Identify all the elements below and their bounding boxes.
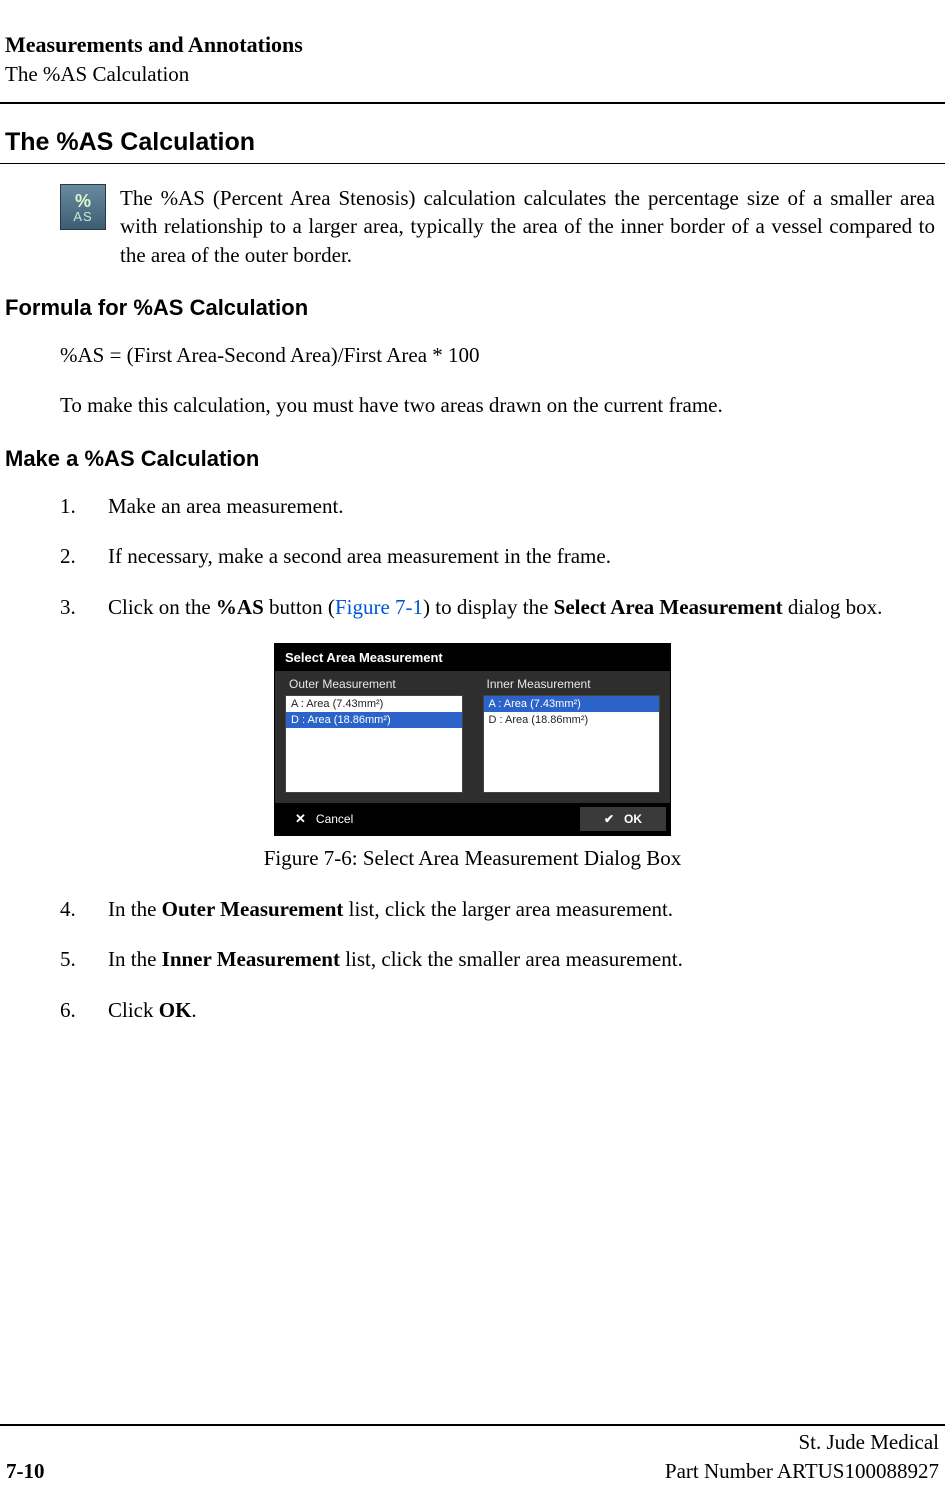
step-1: 1. Make an area measurement. (60, 492, 935, 520)
part-number: Part Number ARTUS100088927 (665, 1459, 939, 1484)
step-4-text: In the Outer Measurement list, click the… (108, 895, 935, 923)
outer-item-d[interactable]: D : Area (18.86mm²) (286, 712, 462, 728)
section-title: The %AS Calculation (5, 128, 945, 157)
formula-note: To make this calculation, you must have … (0, 391, 945, 419)
section-underline (0, 163, 945, 164)
step-6-num: 6. (60, 996, 108, 1024)
cancel-button[interactable]: ✕ Cancel (279, 807, 369, 831)
step-5-num: 5. (60, 945, 108, 973)
header-divider (0, 102, 945, 104)
step-6-text: Click OK. (108, 996, 935, 1024)
step-2-text: If necessary, make a second area measure… (108, 542, 935, 570)
cancel-label: Cancel (316, 812, 353, 826)
step-3-text: Click on the %AS button (Figure 7-1) to … (108, 593, 935, 621)
select-area-measurement-dialog: Select Area Measurement Outer Measuremen… (274, 643, 671, 836)
inner-item-d[interactable]: D : Area (18.86mm²) (484, 712, 660, 728)
outer-item-a[interactable]: A : Area (7.43mm²) (286, 696, 462, 712)
step-2-num: 2. (60, 542, 108, 570)
figure-caption: Figure 7-6: Select Area Measurement Dial… (0, 846, 945, 871)
step-3: 3. Click on the %AS button (Figure 7-1) … (60, 593, 935, 621)
icon-percent-glyph: % (75, 192, 91, 210)
step-6: 6. Click OK. (60, 996, 935, 1024)
step-3-num: 3. (60, 593, 108, 621)
outer-measurement-listbox[interactable]: A : Area (7.43mm²) D : Area (18.86mm²) (285, 695, 463, 793)
ok-button[interactable]: ✔ OK (580, 807, 666, 831)
percent-as-icon: % AS (60, 184, 106, 230)
outer-measurement-header: Outer Measurement (285, 677, 463, 691)
page-number: 7-10 (6, 1459, 45, 1484)
make-calc-heading: Make a %AS Calculation (5, 446, 945, 472)
ok-label: OK (624, 812, 642, 826)
dialog-title: Select Area Measurement (275, 644, 670, 671)
close-icon: ✕ (295, 811, 306, 827)
running-header-title: Measurements and Annotations (5, 30, 935, 61)
inner-measurement-header: Inner Measurement (483, 677, 661, 691)
inner-item-a[interactable]: A : Area (7.43mm²) (484, 696, 660, 712)
footer-company: St. Jude Medical (798, 1430, 939, 1455)
formula-equation: %AS = (First Area-Second Area)/First Are… (0, 341, 945, 369)
icon-as-glyph: AS (73, 210, 92, 223)
inner-measurement-listbox[interactable]: A : Area (7.43mm²) D : Area (18.86mm²) (483, 695, 661, 793)
step-4-num: 4. (60, 895, 108, 923)
formula-heading: Formula for %AS Calculation (5, 295, 945, 321)
step-5: 5. In the Inner Measurement list, click … (60, 945, 935, 973)
running-header-subtitle: The %AS Calculation (5, 61, 935, 88)
page-footer: St. Jude Medical 7-10 Part Number ARTUS1… (0, 1424, 945, 1484)
step-2: 2. If necessary, make a second area meas… (60, 542, 935, 570)
step-1-num: 1. (60, 492, 108, 520)
step-4: 4. In the Outer Measurement list, click … (60, 895, 935, 923)
check-icon: ✔ (604, 812, 614, 826)
step-5-text: In the Inner Measurement list, click the… (108, 945, 935, 973)
intro-paragraph: The %AS (Percent Area Stenosis) calculat… (120, 184, 935, 269)
step-1-text: Make an area measurement. (108, 492, 935, 520)
figure-ref-7-1[interactable]: Figure 7-1 (335, 595, 423, 619)
